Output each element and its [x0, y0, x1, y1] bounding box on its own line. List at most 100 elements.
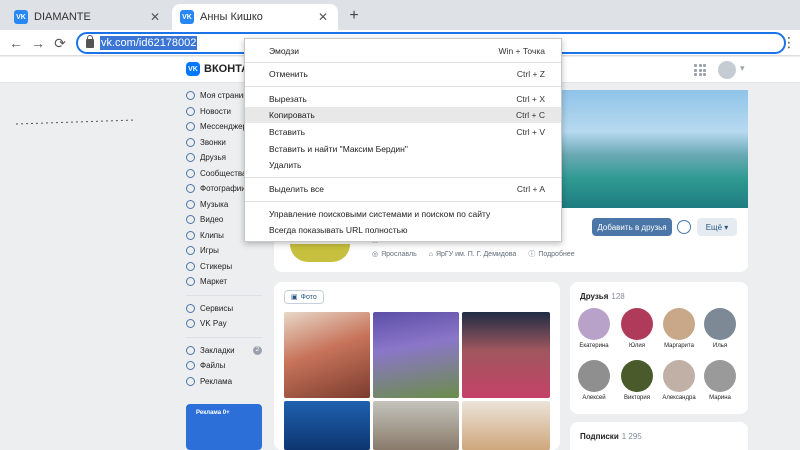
photo-tab[interactable]: ▣ Фото [284, 290, 324, 304]
menu-divider [245, 177, 561, 178]
profile-avatar[interactable] [290, 244, 350, 262]
image-icon: ▣ [291, 294, 298, 301]
profile-city[interactable]: ◎ Ярославль [372, 249, 417, 259]
back-icon[interactable]: ← [6, 33, 26, 53]
menu-item-paste-and-search[interactable]: Вставить и найти "Максим Бердин" [245, 141, 561, 157]
friend-item[interactable]: Екатерина [574, 308, 614, 349]
avatar [621, 360, 653, 392]
tab-diamante[interactable]: VK DIAMANTE ✕ [6, 4, 170, 30]
vk-favicon-icon: VK [14, 10, 28, 24]
forward-icon[interactable]: → [28, 33, 48, 53]
shortcut: Ctrl + A [516, 184, 545, 194]
services-icon [186, 303, 195, 313]
menu-item-undo[interactable]: Отменить Ctrl + Z [245, 66, 561, 82]
sidebar-item-bookmarks[interactable]: Закладки 2 [186, 343, 274, 359]
friends-count: 128 [611, 292, 625, 301]
avatar [621, 308, 653, 340]
friend-item[interactable]: Юлия [617, 308, 657, 349]
subscriptions-title[interactable]: Подписки 1 295 [580, 432, 642, 441]
avatar [663, 360, 695, 392]
more-button[interactable]: Ещё ▾ [697, 218, 737, 236]
shortcut: Win + Точка [498, 46, 545, 56]
sticker-icon [186, 261, 195, 271]
profile-info-row: ◎ Ярославль ⌂ ЯрГУ им. П. Г. Демидова ⓘ Под… [372, 249, 575, 259]
shortcut: Ctrl + Z [516, 69, 545, 79]
apps-grid-icon[interactable] [694, 64, 706, 76]
communities-icon [186, 168, 195, 178]
promo-banner[interactable]: Реклама 0+ [186, 404, 262, 450]
location-icon: ◎ [372, 251, 379, 258]
photo-thumbnail[interactable] [462, 312, 550, 398]
menu-item-copy[interactable]: Копировать Ctrl + C [245, 107, 561, 123]
menu-item-delete[interactable]: Удалить [245, 157, 561, 173]
photo-thumbnail[interactable] [373, 312, 459, 398]
close-icon[interactable]: ✕ [148, 10, 162, 24]
friends-icon [186, 153, 195, 163]
sidebar-divider [186, 336, 262, 338]
info-icon: ⓘ [528, 251, 536, 258]
tab-title: DIAMANTE [34, 11, 91, 23]
avatar [578, 360, 610, 392]
friend-item[interactable]: Александра [659, 360, 699, 401]
sidebar-item-files[interactable]: Файлы [186, 358, 274, 374]
file-icon [186, 361, 195, 371]
avatar[interactable] [718, 61, 736, 79]
add-friend-button[interactable]: Добавить в друзья [592, 218, 672, 236]
promo-text: Реклама 0+ [196, 410, 230, 416]
browser-tab-bar: VK DIAMANTE ✕ VK Анны Кишко ✕ + [0, 0, 800, 30]
friend-item[interactable]: Илья [700, 308, 740, 349]
lock-icon[interactable] [86, 34, 94, 48]
chevron-down-icon[interactable]: ▾ [740, 63, 745, 74]
shortcut: Ctrl + C [515, 110, 545, 120]
sidebar-item-stickers[interactable]: Стикеры [186, 259, 274, 275]
video-icon [186, 215, 195, 225]
avatar [704, 360, 736, 392]
university-icon: ⌂ [428, 250, 433, 258]
menu-item-select-all[interactable]: Выделить все Ctrl + A [245, 181, 561, 197]
photo-thumbnail[interactable] [462, 401, 550, 450]
sidebar-item-ads[interactable]: Реклама [186, 374, 274, 390]
profile-university[interactable]: ⌂ ЯрГУ им. П. Г. Демидова [429, 249, 517, 259]
menu-item-paste[interactable]: Вставить Ctrl + V [245, 124, 561, 140]
news-icon [186, 106, 195, 116]
friend-item[interactable]: Виктория [617, 360, 657, 401]
sidebar-item-services[interactable]: Сервисы [186, 301, 274, 317]
browser-menu-icon[interactable]: ⋮ [782, 34, 796, 51]
url-text[interactable]: vk.com/id62178002 [100, 36, 198, 50]
tab-anny-kishko[interactable]: VK Анны Кишко ✕ [172, 4, 338, 30]
reload-icon[interactable]: ⟳ [50, 33, 70, 53]
photo-thumbnail[interactable] [284, 401, 370, 450]
profile-details-link[interactable]: ⓘ Подробнее [528, 249, 574, 259]
menu-item-cut[interactable]: Вырезать Ctrl + X [245, 91, 561, 107]
bookmark-icon [186, 345, 195, 355]
clips-icon [186, 230, 195, 240]
sidebar-divider [186, 294, 262, 296]
count-badge: 2 [253, 345, 262, 355]
friend-item[interactable]: Марина [700, 360, 740, 401]
photo-thumbnail[interactable] [373, 401, 459, 450]
shortcut: Ctrl + X [516, 94, 545, 104]
menu-divider [245, 201, 561, 202]
message-icon[interactable] [677, 220, 691, 234]
phone-icon [186, 137, 195, 147]
avatar [663, 308, 695, 340]
photo-thumbnail[interactable] [284, 312, 370, 398]
menu-item-emoji[interactable]: Эмодзи Win + Точка [245, 43, 561, 59]
photo-icon [186, 184, 195, 194]
menu-item-manage-search-engines[interactable]: Управление поисковыми системами и поиско… [245, 206, 561, 222]
sidebar-item-games[interactable]: Игры [186, 243, 274, 259]
friends-title[interactable]: Друзья 128 [580, 292, 625, 301]
sidebar-item-market[interactable]: Маркет [186, 274, 274, 290]
sidebar-item-vkpay[interactable]: VK Pay [186, 316, 274, 332]
avatar [704, 308, 736, 340]
message-icon [186, 122, 195, 132]
vk-favicon-icon: VK [180, 10, 194, 24]
shortcut: Ctrl + V [516, 127, 545, 137]
friend-item[interactable]: Маргарита [659, 308, 699, 349]
subscriptions-count: 1 295 [621, 432, 642, 441]
close-icon[interactable]: ✕ [316, 10, 330, 24]
friend-item[interactable]: Алексей [574, 360, 614, 401]
new-tab-button[interactable]: + [344, 6, 364, 26]
avatar [578, 308, 610, 340]
menu-item-always-show-full-url[interactable]: Всегда показывать URL полностью [245, 222, 561, 238]
